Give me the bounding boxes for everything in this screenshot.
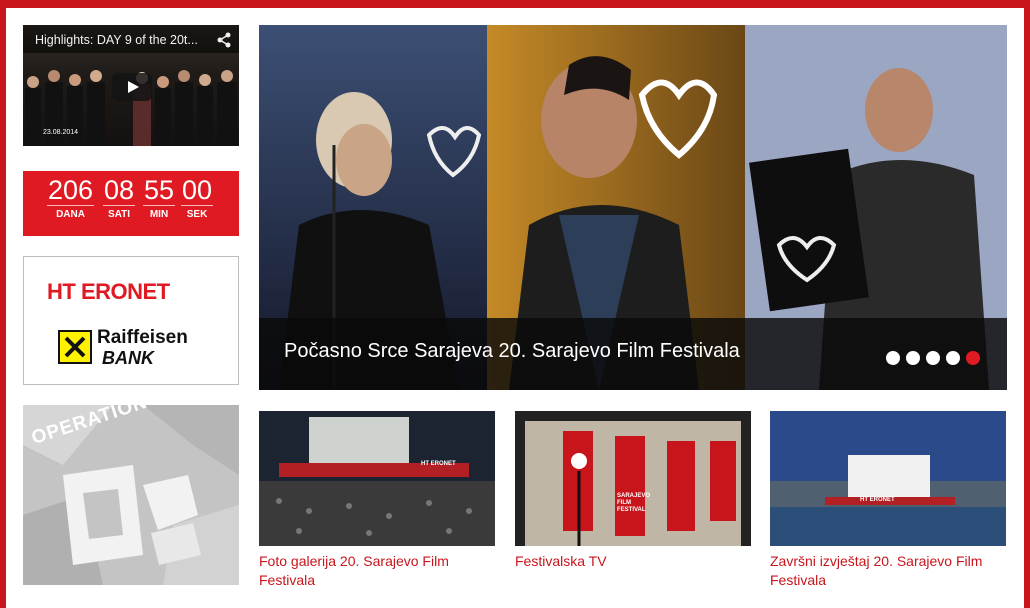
thumb-final-report-caption[interactable]: Završni izvještaj 20. Sarajevo Film Fest… (770, 552, 1006, 590)
countdown-seconds: 00 SEK (181, 175, 214, 220)
countdown-hours: 08 SATI (103, 175, 136, 220)
slider-dot-1[interactable] (886, 351, 900, 365)
thumb-photo-gallery-screen-text: HT ERONET (421, 461, 456, 467)
thumb-photo-gallery-caption[interactable]: Foto galerija 20. Sarajevo Film Festival… (259, 552, 495, 590)
countdown-days-value: 206 (47, 175, 95, 206)
countdown-timer: 206 DANA 08 SATI 55 MIN 00 SEK (23, 171, 239, 236)
thumb-festival-tv-banner-text: SARAJEVO FILM FESTIVAL (617, 493, 651, 513)
play-icon[interactable] (112, 73, 152, 101)
video-player[interactable]: Highlights: DAY 9 of the 20t... 23.08.20… (23, 25, 239, 146)
thumb-festival-tv[interactable]: SARAJEVO FILM FESTIVAL Festivalska TV (515, 411, 751, 571)
slider-caption-bar: Počasno Srce Sarajeva 20. Sarajevo Film … (259, 318, 1007, 390)
thumb-photo-gallery[interactable]: HT ERONET Foto galerija 20. Sarajevo Fil… (259, 411, 495, 590)
countdown-days-label: DANA (56, 209, 85, 220)
raiffeisen-bank[interactable]: BANK (102, 348, 154, 369)
operation-kino-banner[interactable]: OPERATION KINO (23, 405, 239, 585)
raiffeisen-logo-icon (58, 330, 92, 364)
thumb-final-report-image[interactable]: HT ERONET (770, 411, 1006, 546)
thumb-festival-tv-image[interactable]: SARAJEVO FILM FESTIVAL (515, 411, 751, 546)
slider-dot-2[interactable] (906, 351, 920, 365)
slider-dot-5[interactable] (966, 351, 980, 365)
share-icon[interactable] (216, 32, 232, 48)
countdown-days: 206 DANA (47, 175, 95, 220)
raiffeisen-name[interactable]: Raiffeisen (97, 327, 188, 349)
thumb-photo-gallery-image[interactable]: HT ERONET (259, 411, 495, 546)
page: Highlights: DAY 9 of the 20t... 23.08.20… (6, 8, 1024, 608)
countdown-minutes-label: MIN (149, 209, 169, 220)
slider-caption[interactable]: Počasno Srce Sarajeva 20. Sarajevo Film … (284, 340, 740, 363)
countdown-hours-label: SATI (108, 209, 131, 220)
countdown-minutes-value: 55 (143, 175, 176, 206)
featured-slider[interactable]: Počasno Srce Sarajeva 20. Sarajevo Film … (259, 25, 1007, 390)
thumb-final-report[interactable]: HT ERONET Završni izvještaj 20. Sarajevo… (770, 411, 1006, 590)
countdown-seconds-value: 00 (181, 175, 214, 206)
slider-pagination (886, 351, 986, 369)
ht-eronet-logo[interactable]: HT ERONET (47, 279, 170, 305)
countdown-minutes: 55 MIN (143, 175, 176, 220)
thumb-festival-tv-caption[interactable]: Festivalska TV (515, 552, 751, 571)
video-title[interactable]: Highlights: DAY 9 of the 20t... (35, 33, 207, 47)
slider-dot-3[interactable] (926, 351, 940, 365)
countdown-seconds-label: SEK (186, 209, 208, 220)
thumb-final-report-screen-text: HT ERONET (860, 497, 895, 503)
slider-dot-4[interactable] (946, 351, 960, 365)
sponsors-box[interactable]: HT ERONET Raiffeisen BANK (23, 256, 239, 385)
video-date: 23.08.2014 (43, 129, 79, 136)
countdown-hours-value: 08 (103, 175, 136, 206)
